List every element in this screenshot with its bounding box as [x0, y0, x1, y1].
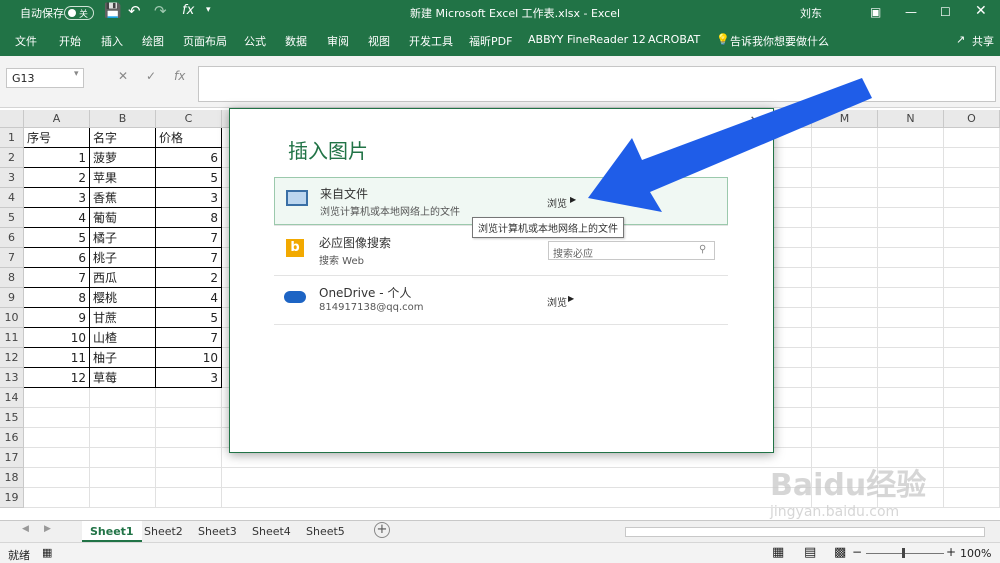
watermark-url: jingyan.baidu.com — [770, 504, 900, 520]
watermark-text: Baidu经验 — [770, 468, 927, 503]
watermark: Baidu经验 jingyan.baidu.com — [770, 460, 926, 520]
